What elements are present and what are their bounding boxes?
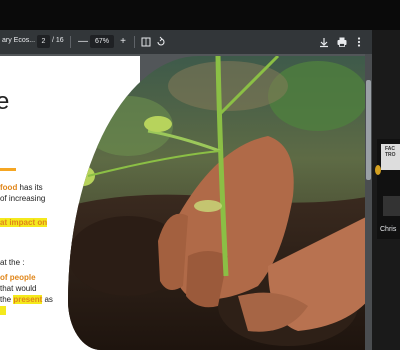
slide-text-line: at the : [0, 258, 25, 267]
slide-text-line: the present as [0, 295, 53, 304]
page-total: / 16 [52, 37, 64, 44]
more-vert-icon[interactable] [352, 35, 366, 49]
pdf-viewer-area[interactable]: e food has its of increasing at impact o… [0, 54, 372, 350]
slide-text-line: at impact on [0, 218, 48, 227]
participant-thumbnail [383, 196, 400, 216]
participant-video-text: FAC TRO [385, 146, 396, 158]
orange-accent-bar [0, 168, 16, 171]
download-icon[interactable] [317, 35, 331, 49]
slide-highlight-mark [0, 306, 6, 318]
slide-text-line: food has its [0, 183, 43, 192]
plant-photo [68, 56, 372, 350]
page-number-input[interactable]: 2 [37, 35, 50, 48]
zoom-in-button[interactable]: + [116, 35, 130, 49]
top-black-strip [0, 0, 400, 30]
fit-page-icon[interactable] [139, 35, 153, 49]
participant-name: Chris [380, 226, 397, 233]
toolbar-divider [134, 36, 135, 48]
slide-text-line: that would [0, 284, 37, 293]
rotate-icon[interactable] [154, 35, 168, 49]
speaker-indicator [375, 165, 381, 175]
document-title: ary Ecos... [2, 37, 36, 44]
scrollbar-thumb[interactable] [366, 80, 371, 180]
zoom-level-input[interactable]: 67% [90, 35, 114, 48]
print-icon[interactable] [335, 35, 349, 49]
slide-text-line: of increasing [0, 194, 46, 203]
slide-heading: e [0, 88, 10, 115]
pdf-toolbar: ary Ecos... 2 / 16 — 67% + [0, 30, 372, 54]
toolbar-divider [70, 36, 71, 48]
slide-text-line: of people [0, 273, 36, 282]
zoom-out-button[interactable]: — [76, 35, 90, 49]
